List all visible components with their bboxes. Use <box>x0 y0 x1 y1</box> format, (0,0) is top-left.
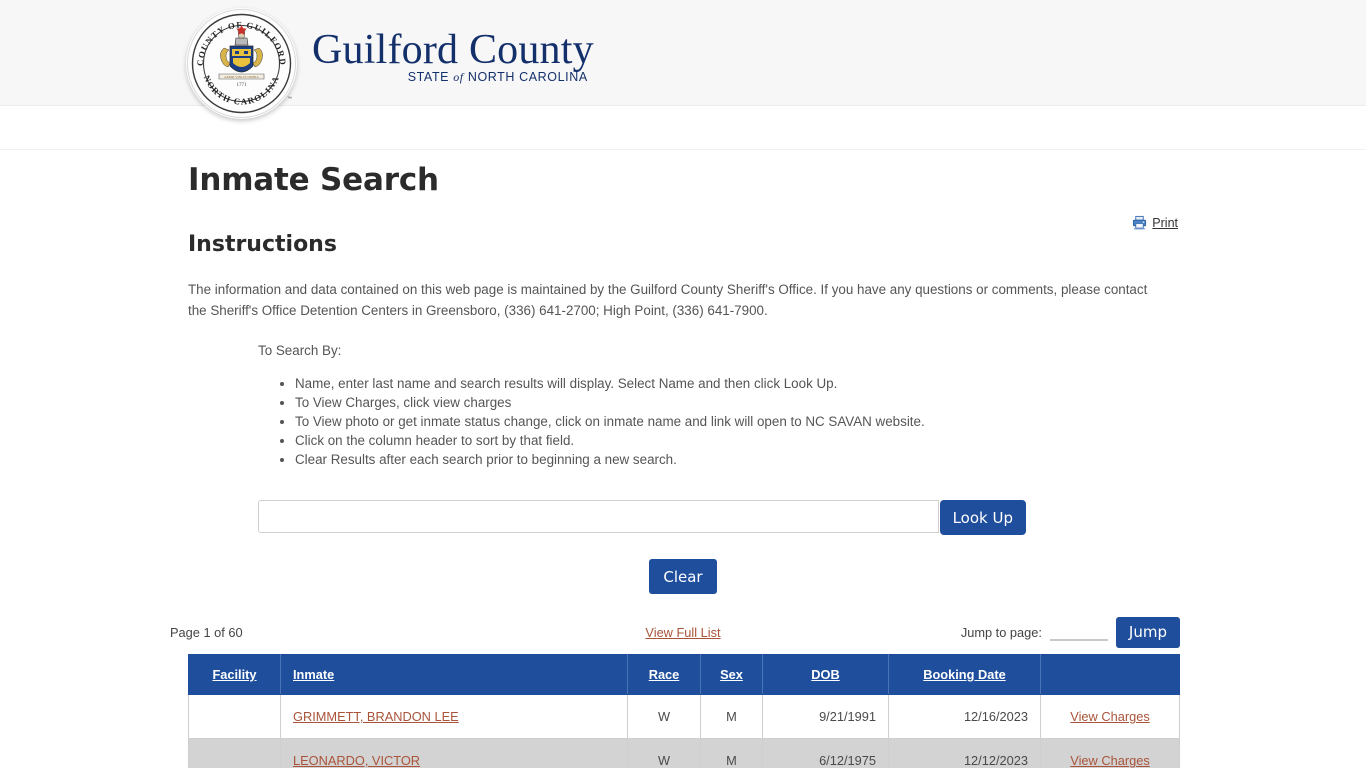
cell-inmate: LEONARDO, VICTOR <box>280 738 628 768</box>
inmate-results-table: Facility Inmate Race Sex DOB Booking Dat… <box>188 654 1180 768</box>
jump-to-page-input[interactable] <box>1049 623 1108 641</box>
wordmark-title: Guilford County <box>312 27 594 73</box>
search-by-heading: To Search By: <box>258 343 342 358</box>
column-header-dob-label: DOB <box>811 667 840 682</box>
page-body: Inmate Search Print Instructions The inf… <box>0 162 1366 768</box>
view-full-list-link[interactable]: View Full List <box>645 625 720 640</box>
cell-actions: View Charges <box>1040 738 1180 768</box>
table-row: LEONARDO, VICTOR W M 6/12/1975 12/12/202… <box>188 738 1180 768</box>
table-body: GRIMMETT, BRANDON LEE W M 9/21/1991 12/1… <box>188 694 1180 768</box>
instructions-heading: Instructions <box>188 232 337 257</box>
list-item: To View Charges, click view charges <box>295 393 1178 412</box>
inmate-name-link[interactable]: LEONARDO, VICTOR <box>293 753 420 768</box>
column-header-booking-date-label: Booking Date <box>923 667 1006 682</box>
guilford-county-seal-icon: COUNTY OF GUILFORD NORTH CAROLINA AMOR V… <box>186 8 297 119</box>
cell-sex: M <box>700 738 763 768</box>
print-label: Print <box>1152 215 1178 230</box>
cell-dob: 6/12/1975 <box>762 738 889 768</box>
cell-booking-date: 12/12/2023 <box>888 738 1041 768</box>
svg-text:AMOR VINCIT OMNIA: AMOR VINCIT OMNIA <box>224 75 259 79</box>
search-row: Look Up <box>258 500 1026 535</box>
column-header-race[interactable]: Race <box>627 654 701 695</box>
wordmark-sub-post: NORTH CAROLINA <box>467 70 588 84</box>
printer-icon <box>1132 215 1147 230</box>
search-input[interactable] <box>258 500 939 533</box>
site-header: COUNTY OF GUILFORD NORTH CAROLINA AMOR V… <box>0 0 1366 119</box>
cell-booking-date: 12/16/2023 <box>888 694 1041 739</box>
inmate-name-link[interactable]: GRIMMETT, BRANDON LEE <box>293 709 459 724</box>
view-charges-link[interactable]: View Charges <box>1070 753 1149 768</box>
table-row: GRIMMETT, BRANDON LEE W M 9/21/1991 12/1… <box>188 694 1180 739</box>
column-header-facility[interactable]: Facility <box>188 654 281 695</box>
view-charges-link[interactable]: View Charges <box>1070 709 1149 724</box>
search-by-block: To Search By: Name, enter last name and … <box>258 343 1178 469</box>
column-header-booking-date[interactable]: Booking Date <box>888 654 1041 695</box>
wordmark-sub-pre: STATE <box>407 70 450 84</box>
column-header-sex-label: Sex <box>720 667 743 682</box>
cell-actions: View Charges <box>1040 694 1180 739</box>
look-up-button[interactable]: Look Up <box>939 500 1026 535</box>
table-header-row: Facility Inmate Race Sex DOB Booking Dat… <box>188 654 1180 695</box>
clear-row: Clear <box>188 559 1178 594</box>
wordmark-sub-of: of <box>453 70 464 84</box>
list-item: Click on the column header to sort by th… <box>295 431 1178 450</box>
column-header-dob[interactable]: DOB <box>762 654 889 695</box>
pager: Page 1 of 60 View Full List Jump to page… <box>170 616 1180 648</box>
cell-facility <box>188 694 281 739</box>
column-header-sex[interactable]: Sex <box>700 654 763 695</box>
column-header-inmate-label: Inmate <box>293 667 335 682</box>
cell-sex: M <box>700 694 763 739</box>
jump-to-page-label: Jump to page: <box>960 624 1042 640</box>
site-wordmark: Guilford County STATE of NORTH CAROLINA <box>312 28 594 85</box>
column-header-facility-label: Facility <box>212 667 257 682</box>
cell-dob: 9/21/1991 <box>762 694 889 739</box>
cell-race: W <box>627 738 701 768</box>
list-item: To View photo or get inmate status chang… <box>295 412 1178 431</box>
cell-facility <box>188 738 281 768</box>
list-item: Clear Results after each search prior to… <box>295 450 1178 469</box>
column-header-actions <box>1040 654 1180 695</box>
jump-button[interactable]: Jump <box>1115 616 1180 648</box>
svg-text:™: ™ <box>287 96 292 102</box>
cell-race: W <box>627 694 701 739</box>
cell-inmate: GRIMMETT, BRANDON LEE <box>280 694 628 739</box>
column-header-race-label: Race <box>648 667 680 682</box>
instructions-paragraph: The information and data contained on th… <box>188 282 1148 318</box>
clear-button[interactable]: Clear <box>649 559 717 594</box>
print-link[interactable]: Print <box>1132 215 1178 230</box>
content-container: Inmate Search Print Instructions The inf… <box>170 162 1180 768</box>
svg-text:1771: 1771 <box>237 83 248 88</box>
table-header: Facility Inmate Race Sex DOB Booking Dat… <box>188 654 1180 695</box>
instructions-bullet-list: Name, enter last name and search results… <box>258 374 1178 469</box>
page-title: Inmate Search <box>188 162 439 198</box>
column-header-inmate[interactable]: Inmate <box>280 654 628 695</box>
list-item: Name, enter last name and search results… <box>295 374 1178 393</box>
jump-to-page-group: Jump to page: Jump <box>960 616 1180 648</box>
